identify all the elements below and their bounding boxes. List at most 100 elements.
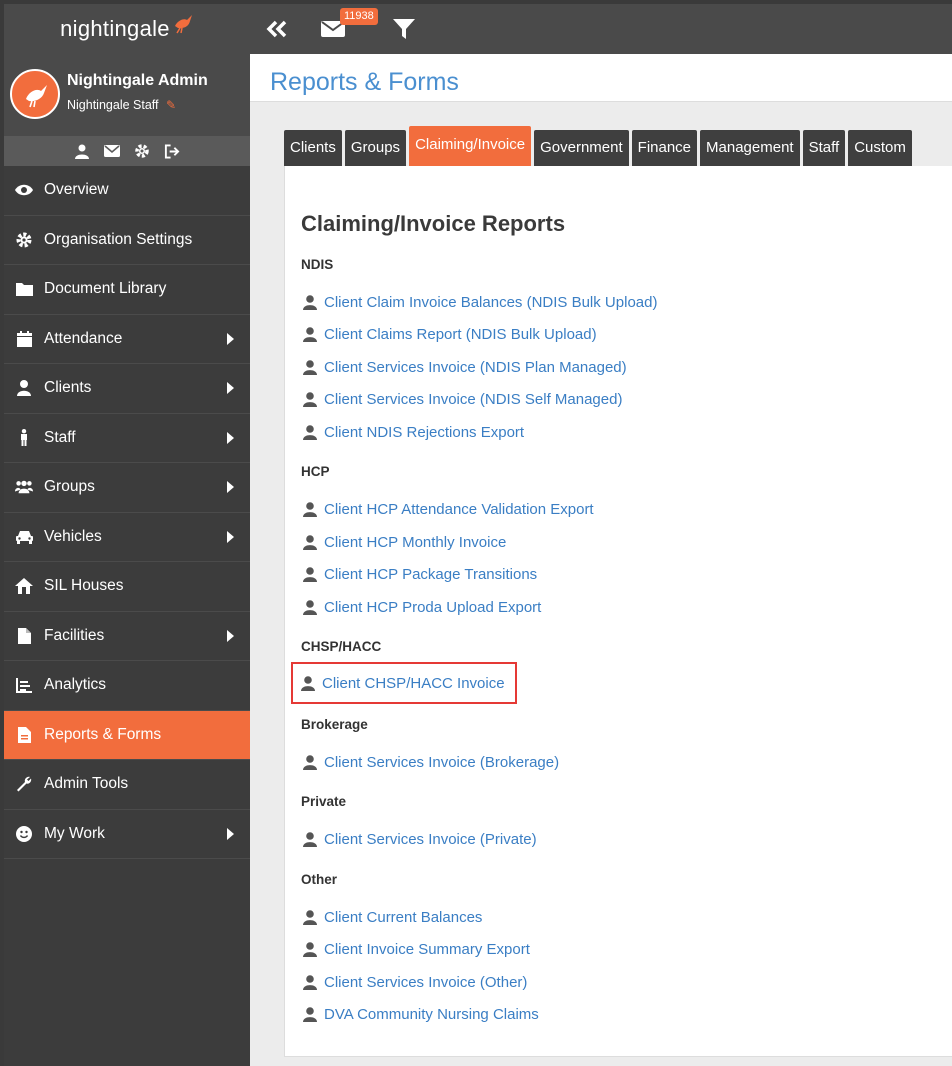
tab-claiming-invoice[interactable]: Claiming/Invoice <box>409 126 532 166</box>
profile-actions <box>4 136 250 166</box>
report-link[interactable]: Client Services Invoice (Other) <box>303 971 527 993</box>
sidebar-item-label: Attendance <box>44 329 123 347</box>
sidebar-item-organisation-settings[interactable]: Organisation Settings <box>4 216 250 265</box>
house-icon <box>15 577 33 595</box>
sidebar-item-label: Staff <box>44 428 76 446</box>
report-link[interactable]: Client Claims Report (NDIS Bulk Upload) <box>303 323 597 345</box>
collapse-sidebar-icon[interactable] <box>266 14 288 44</box>
folder-icon <box>15 280 33 298</box>
report-link-label: Client Invoice Summary Export <box>324 940 530 958</box>
filter-icon[interactable] <box>392 14 416 44</box>
report-link[interactable]: Client Invoice Summary Export <box>303 938 530 960</box>
report-link[interactable]: Client NDIS Rejections Export <box>303 421 524 443</box>
profile-user-icon[interactable] <box>74 143 90 159</box>
tab-clients[interactable]: Clients <box>284 130 342 166</box>
sidebar-item-label: SIL Houses <box>44 577 124 595</box>
logo[interactable]: nightingale <box>4 4 250 54</box>
notification-badge: 11938 <box>340 8 378 25</box>
expand-arrow-icon <box>227 431 234 444</box>
report-link[interactable]: Client Services Invoice (NDIS Plan Manag… <box>303 356 627 378</box>
edit-pencil-icon[interactable]: ✎ <box>166 98 176 112</box>
report-link[interactable]: Client HCP Monthly Invoice <box>303 531 506 553</box>
user-icon <box>303 941 317 957</box>
category-other: Other <box>301 872 338 887</box>
profile-name: Nightingale Admin <box>67 72 208 89</box>
logout-icon[interactable] <box>164 143 180 159</box>
users-icon <box>15 478 33 496</box>
logo-text: nightingale <box>60 16 170 41</box>
expand-arrow-icon <box>227 332 234 345</box>
sidebar-item-staff[interactable]: Staff <box>4 414 250 463</box>
sidebar-item-vehicles[interactable]: Vehicles <box>4 513 250 562</box>
sidebar-item-label: Document Library <box>44 280 167 298</box>
report-link-label: Client Services Invoice (NDIS Plan Manag… <box>324 358 627 376</box>
document-icon <box>15 627 33 645</box>
report-link[interactable]: Client Claim Invoice Balances (NDIS Bulk… <box>303 291 657 313</box>
report-link[interactable]: Client HCP Attendance Validation Export <box>303 498 594 520</box>
user-icon <box>303 599 317 615</box>
tab-finance[interactable]: Finance <box>631 130 698 166</box>
tab-custom[interactable]: Custom <box>848 130 912 166</box>
report-link[interactable]: DVA Community Nursing Claims <box>303 1003 539 1025</box>
avatar[interactable] <box>10 69 60 119</box>
report-link-label: Client Services Invoice (Other) <box>324 973 528 991</box>
reports-panel: Claiming/Invoice Reports NDIS Client Cla… <box>284 166 952 1057</box>
sidebar-item-groups[interactable]: Groups <box>4 463 250 513</box>
sidebar-item-label: Admin Tools <box>44 775 129 793</box>
gear-icon <box>15 231 33 249</box>
sidebar-item-facilities[interactable]: Facilities <box>4 612 250 661</box>
category-chsp-hacc: CHSP/HACC <box>301 639 382 654</box>
sidebar-item-document-library[interactable]: Document Library <box>4 265 250 315</box>
report-link-label: Client HCP Proda Upload Export <box>324 598 542 616</box>
main-content: Reports & Forms Clients Groups Claiming/… <box>250 54 952 1066</box>
report-link-label: DVA Community Nursing Claims <box>324 1005 539 1023</box>
expand-arrow-icon <box>227 481 234 494</box>
tab-management[interactable]: Management <box>700 130 800 166</box>
report-link-label: Client CHSP/HACC Invoice <box>322 674 505 692</box>
report-link[interactable]: Client HCP Package Transitions <box>303 563 537 585</box>
tab-staff[interactable]: Staff <box>802 130 846 166</box>
report-link-label: Client Services Invoice (Brokerage) <box>324 753 560 771</box>
sidebar-item-label: Organisation Settings <box>44 230 193 248</box>
wrench-icon <box>15 775 33 793</box>
page-header: Reports & Forms <box>250 54 952 102</box>
sidebar-nav: Overview Organisation Settings Document … <box>4 166 250 859</box>
sidebar-item-reports-forms[interactable]: Reports & Forms <box>4 710 250 760</box>
sidebar-item-my-work[interactable]: My Work <box>4 810 250 859</box>
category-ndis: NDIS <box>301 257 334 272</box>
smile-icon <box>15 825 33 843</box>
profile-mail-icon[interactable] <box>104 143 120 159</box>
report-link-label: Client Claim Invoice Balances (NDIS Bulk… <box>324 293 658 311</box>
report-link[interactable]: Client Services Invoice (Private) <box>303 828 537 850</box>
sidebar-item-label: Clients <box>44 379 92 397</box>
chart-icon <box>15 676 33 694</box>
sidebar-item-analytics[interactable]: Analytics <box>4 661 250 711</box>
profile-role: Nightingale Staff <box>67 98 159 112</box>
report-link[interactable]: Client Services Invoice (NDIS Self Manag… <box>303 388 622 410</box>
profile-settings-gear-icon[interactable] <box>134 143 150 159</box>
tab-government[interactable]: Government <box>534 130 629 166</box>
report-link[interactable]: Client Current Balances <box>303 906 482 928</box>
sidebar-item-overview[interactable]: Overview <box>4 166 250 216</box>
user-icon <box>303 754 317 770</box>
report-link[interactable]: Client HCP Proda Upload Export <box>303 596 541 618</box>
user-icon <box>303 566 317 582</box>
user-icon <box>15 379 33 397</box>
report-icon <box>15 726 33 744</box>
sidebar-item-clients[interactable]: Clients <box>4 364 250 414</box>
user-icon <box>303 909 317 925</box>
report-link[interactable]: Client Services Invoice (Brokerage) <box>303 751 559 773</box>
sidebar-item-attendance[interactable]: Attendance <box>4 315 250 364</box>
report-link-label: Client NDIS Rejections Export <box>324 423 525 441</box>
user-icon <box>303 326 317 342</box>
user-icon <box>303 424 317 440</box>
tab-groups[interactable]: Groups <box>344 130 407 166</box>
sidebar-item-admin-tools[interactable]: Admin Tools <box>4 760 250 810</box>
category-private: Private <box>301 794 347 809</box>
sidebar-item-sil-houses[interactable]: SIL Houses <box>4 562 250 612</box>
report-link-highlighted[interactable]: Client CHSP/HACC Invoice <box>291 662 517 704</box>
top-bar: nightingale 11938 <box>4 4 952 54</box>
eye-icon <box>15 181 33 199</box>
profile-card: Nightingale Admin Nightingale Staff ✎ <box>4 54 250 136</box>
expand-arrow-icon <box>227 629 234 642</box>
